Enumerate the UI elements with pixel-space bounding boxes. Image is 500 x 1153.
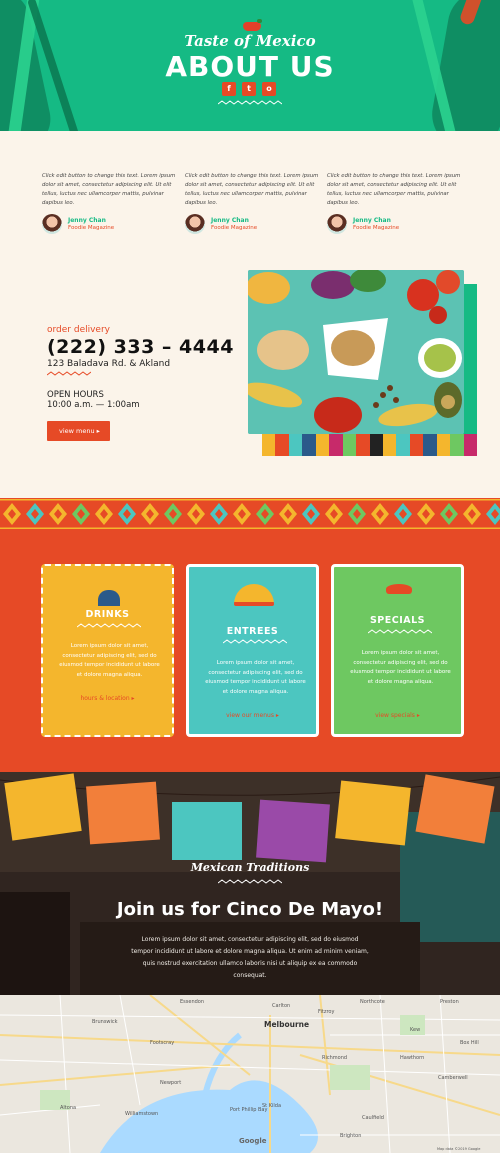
papel-picado-flag xyxy=(86,781,160,845)
testimonial-name: Jenny Chan xyxy=(68,217,106,224)
hours-label: OPEN HOURS xyxy=(47,390,104,400)
food-photo xyxy=(248,270,464,434)
pattern-line xyxy=(0,527,500,529)
link-label: hours & location xyxy=(80,695,130,702)
zigzag-divider xyxy=(77,623,141,628)
testimonial-text: Click edit button to change this text. L… xyxy=(327,173,461,206)
map-label: Hawthorn xyxy=(400,1055,425,1061)
testimonial-org: Foodie Magazine xyxy=(211,225,258,231)
hero-subtitle: Taste of Mexico xyxy=(184,32,316,50)
phone-number[interactable]: (222) 333 – 4444 xyxy=(47,336,234,358)
event-kicker: Mexican Traditions xyxy=(190,861,310,874)
papel-picado-flag xyxy=(256,799,330,863)
map-label: Fitzroy xyxy=(318,1009,335,1015)
view-menu-button[interactable]: view menu ▸ xyxy=(47,421,110,441)
order-delivery-label: order delivery xyxy=(47,325,110,335)
testimonial-text: Click edit button to change this text. L… xyxy=(42,173,176,206)
map-city-label: Melbourne xyxy=(264,1020,310,1029)
card-text: Lorem ipsum dolor sit amet, consectetur … xyxy=(59,643,160,678)
papel-picado-flag xyxy=(335,780,411,846)
sombrero-icon xyxy=(386,584,412,594)
view-menu-label: view menu xyxy=(59,427,95,435)
testimonial-name: Jenny Chan xyxy=(353,217,391,224)
map-label: Altona xyxy=(60,1105,77,1111)
map-label: Box Hill xyxy=(460,1040,479,1046)
chili-icon xyxy=(243,19,262,31)
map-label: Richmond xyxy=(322,1055,348,1061)
testimonial-org: Foodie Magazine xyxy=(68,225,115,231)
testimonial: Click edit button to change this text. L… xyxy=(42,172,177,234)
pattern-graphic xyxy=(0,498,500,530)
zigzag-divider xyxy=(368,629,432,634)
map-label: Preston xyxy=(440,999,459,1005)
card-text: Lorem ipsum dolor sit amet, consectetur … xyxy=(350,650,451,685)
link-label: view our menus xyxy=(226,712,274,719)
map-label: Kew xyxy=(410,1027,421,1033)
zigzag-divider xyxy=(218,879,282,884)
avatar xyxy=(42,214,62,234)
card-title: ENTREES xyxy=(226,626,279,637)
pattern-line xyxy=(0,499,500,501)
testimonial-org: Foodie Magazine xyxy=(353,225,400,231)
card-title: SPECIALS xyxy=(369,615,426,626)
serape-stripes xyxy=(262,434,477,456)
hero-banner: Taste of Mexico ABOUT US f t o xyxy=(0,0,500,131)
papel-picado-flag xyxy=(4,773,82,841)
zigzag-divider xyxy=(223,639,287,644)
entrees-card[interactable]: ENTREES Lorem ipsum dolor sit amet, cons… xyxy=(186,564,319,737)
twitter-icon[interactable]: t xyxy=(242,82,256,96)
event-title: Join us for Cinco De Mayo! xyxy=(116,899,384,920)
hours-location-link[interactable]: hours & location ▸ xyxy=(43,695,172,702)
google-logo: Google xyxy=(239,1137,267,1145)
card-text: Lorem ipsum dolor sit amet, consectetur … xyxy=(205,660,306,695)
testimonial: Click edit button to change this text. L… xyxy=(327,172,462,234)
link-label: view specials xyxy=(375,712,415,719)
testimonial-name: Jenny Chan xyxy=(211,217,249,224)
testimonial-text: Click edit button to change this text. L… xyxy=(185,173,319,206)
taco-icon xyxy=(234,584,274,606)
zigzag-divider xyxy=(47,371,91,376)
map-label: Newport xyxy=(160,1080,182,1086)
map-label: Williamstown xyxy=(125,1111,159,1117)
avatar xyxy=(185,214,205,234)
hours-value: 10:00 a.m. — 1:00am xyxy=(47,400,140,410)
location-map[interactable]: Melbourne Brunswick Carlton Fitzroy Rich… xyxy=(0,995,500,1153)
event-text: Lorem ipsum dolor sit amet, consectetur … xyxy=(131,936,369,979)
testimonial: Click edit button to change this text. L… xyxy=(185,172,320,234)
view-specials-link[interactable]: view specials ▸ xyxy=(334,712,461,719)
map-label: Brunswick xyxy=(92,1019,118,1025)
food-illustration xyxy=(248,270,464,434)
zigzag-divider xyxy=(218,100,282,105)
map-label: Northcote xyxy=(360,999,385,1005)
specials-card[interactable]: SPECIALS Lorem ipsum dolor sit amet, con… xyxy=(331,564,464,737)
card-title: DRINKS xyxy=(85,609,130,620)
map-tiles xyxy=(0,995,500,1153)
social-links: f t o xyxy=(222,82,276,96)
drinks-icon xyxy=(98,590,120,606)
instagram-icon[interactable]: o xyxy=(262,82,276,96)
view-menus-link[interactable]: view our menus ▸ xyxy=(189,712,316,719)
map-label: Footscray xyxy=(150,1040,175,1046)
papel-picado-flag xyxy=(415,774,495,844)
address: 123 Baladava Rd. & Akland xyxy=(47,359,171,369)
map-attribution: Map data ©2019 Google xyxy=(437,1147,481,1151)
map-label: Brighton xyxy=(340,1133,362,1139)
page-title: ABOUT US xyxy=(165,50,335,83)
facebook-icon[interactable]: f xyxy=(222,82,236,96)
map-label: Port Phillip Bay xyxy=(230,1107,268,1113)
avatar xyxy=(327,214,347,234)
map-label: Caulfield xyxy=(362,1115,384,1121)
map-label: Camberwell xyxy=(438,1075,468,1081)
drinks-card[interactable]: DRINKS Lorem ipsum dolor sit amet, conse… xyxy=(41,564,174,737)
pattern-band xyxy=(0,498,500,530)
map-label: Essendon xyxy=(180,999,205,1005)
papel-picado-flag xyxy=(172,802,242,860)
map-label: Carlton xyxy=(272,1003,291,1009)
